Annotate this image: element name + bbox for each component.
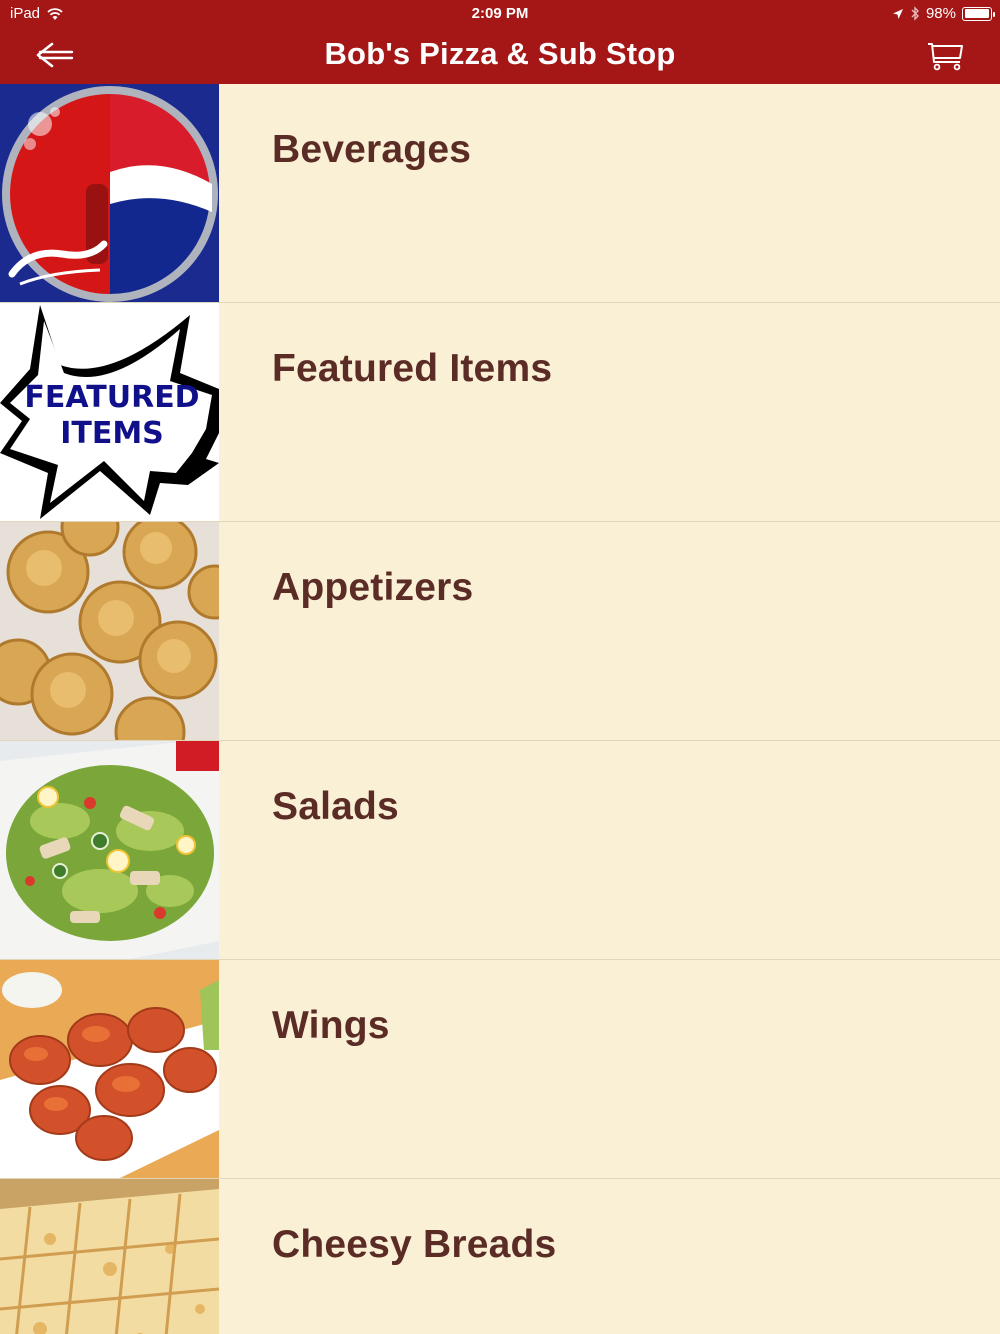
menu-item-label: Appetizers (272, 566, 474, 609)
bluetooth-icon (911, 6, 919, 21)
mac-and-cheese-bites-image (0, 522, 219, 740)
featured-items-image-line1: FEATURED (24, 380, 199, 415)
menu-item-label: Cheesy Breads (272, 1223, 557, 1266)
coca-cola-pepsi-bottle-caps-image (0, 84, 219, 302)
featured-items-image-line2: ITEMS (60, 416, 164, 451)
battery-fill (964, 9, 989, 18)
menu-item-cheesy-breads[interactable]: Cheesy Breads (0, 1179, 1000, 1334)
status-bar: iPad 2:09 PM 98% (0, 0, 1000, 28)
location-arrow-icon (892, 8, 903, 19)
menu-item-label: Salads (272, 785, 399, 828)
cheesy-bread-image (0, 1179, 219, 1334)
battery-percent: 98% (925, 5, 956, 22)
featured-items-starburst-image: FEATURED ITEMS (0, 303, 219, 521)
chicken-salad-image (0, 741, 219, 959)
battery-icon (962, 6, 995, 21)
menu-item-beverages[interactable]: Beverages (0, 84, 1000, 303)
cart-icon (928, 43, 963, 71)
menu-item-featured[interactable]: FEATURED ITEMS Featured Items (0, 303, 1000, 522)
status-time: 2:09 PM (471, 5, 529, 22)
cart-button[interactable] (926, 38, 966, 72)
menu-item-salads[interactable]: Salads (0, 741, 1000, 960)
status-right: 98% (892, 5, 995, 22)
menu-item-wings[interactable]: Wings (0, 960, 1000, 1179)
menu-item-label: Beverages (272, 128, 472, 171)
buffalo-wings-image (0, 960, 219, 1178)
page-title: Bob's Pizza & Sub Stop (324, 36, 676, 71)
app-header: iPad 2:09 PM 98% Bob's Pizza & Sub Stop (0, 0, 1000, 84)
menu-item-label: Featured Items (272, 347, 553, 390)
menu-item-appetizers[interactable]: Appetizers (0, 522, 1000, 741)
menu-item-label: Wings (272, 1004, 390, 1047)
menu-category-list: Beverages FEATURED ITEMS Featured Items (0, 84, 1000, 1334)
